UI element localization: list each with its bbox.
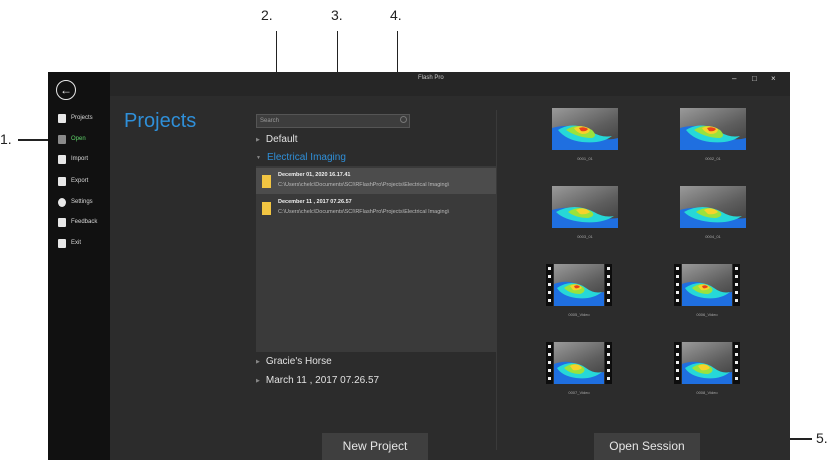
video-thumbnail[interactable]: 0006_Video: [674, 264, 740, 317]
gear-icon: [58, 197, 66, 207]
thumbnail-caption: 0003_01: [577, 234, 593, 239]
new-project-button[interactable]: New Project: [322, 433, 428, 460]
tree-item-label: Electrical Imaging: [266, 152, 346, 163]
page-title: Projects: [124, 110, 197, 132]
sidebar-item-import[interactable]: Import: [58, 153, 88, 165]
thumbnail-caption: 0008_Video: [696, 390, 718, 395]
session-path: C:\Users\chelc\Documents\SCI\RFlashPro\P…: [278, 182, 450, 188]
film-strip: [546, 342, 553, 384]
sidebar-item-label: Exit: [71, 240, 82, 246]
session-title: December 11 , 2017 07.26.57: [278, 199, 352, 205]
sidebar-item-settings[interactable]: Settings: [58, 196, 93, 208]
callout-5: 5.: [816, 430, 828, 446]
sidebar-item-export[interactable]: Export: [58, 175, 88, 187]
close-button[interactable]: ×: [771, 74, 776, 83]
thumbnail-caption: 0005_Video: [568, 312, 590, 317]
thumbnail-image[interactable]: 0003_01: [552, 186, 618, 239]
open-session-button[interactable]: Open Session: [594, 433, 700, 460]
thumbnail-preview: [552, 108, 618, 150]
sidebar-item-label: Import: [71, 156, 89, 162]
sidebar: [48, 72, 110, 460]
open-file-icon: [58, 134, 66, 144]
sidebar-item-exit[interactable]: Exit: [58, 237, 81, 249]
feedback-icon: [58, 217, 66, 227]
back-arrow-icon[interactable]: ←: [56, 80, 76, 100]
chevron-right-icon: ▶: [256, 136, 260, 143]
thumbnail-preview: [680, 186, 746, 228]
film-strip: [674, 342, 681, 384]
sidebar-item-open[interactable]: Open: [58, 133, 86, 145]
thumbnail-preview: [682, 342, 732, 384]
film-strip: [733, 342, 740, 384]
tree-item-electrical-imaging[interactable]: ▼ Electrical Imaging: [256, 152, 346, 163]
sidebar-item-label: Projects: [71, 115, 93, 121]
thumbnail-caption: 0004_01: [705, 234, 721, 239]
thumbnail-caption: 0002_01: [705, 156, 721, 161]
video-thumbnail[interactable]: 0007_Video: [546, 342, 612, 395]
chevron-right-icon: ▶: [256, 358, 260, 365]
exit-icon: [58, 238, 66, 248]
sidebar-item-label: Feedback: [71, 219, 98, 225]
callout-1: 1.: [0, 131, 12, 147]
folder-icon: [262, 202, 271, 215]
sidebar-item-label: Settings: [71, 199, 93, 205]
sidebar-item-feedback[interactable]: Feedback: [58, 216, 97, 228]
sidebar-item-projects[interactable]: Projects: [58, 112, 93, 124]
tree-item-label: Default: [265, 134, 298, 145]
search-icon[interactable]: [400, 116, 407, 123]
minimize-button[interactable]: –: [732, 74, 736, 83]
video-thumbnail[interactable]: 0008_Video: [674, 342, 740, 395]
folder-icon: [262, 175, 271, 188]
video-thumbnail[interactable]: 0005_Video: [546, 264, 612, 317]
file-icon: [58, 113, 66, 123]
thumbnail-image[interactable]: 0004_01: [680, 186, 746, 239]
film-strip: [546, 264, 553, 306]
thumbnail-image[interactable]: 0002_01: [680, 108, 746, 161]
panel-divider: [496, 110, 497, 450]
tree-item-march-session[interactable]: ▶ March 11 , 2017 07.26.57: [256, 375, 379, 386]
tree-item-gracies-horse[interactable]: ▶ Gracie's Horse: [256, 356, 332, 367]
thumbnail-image[interactable]: 0001_01: [552, 108, 618, 161]
session-title: December 01, 2020 16.17.41: [278, 172, 351, 178]
film-strip: [605, 264, 612, 306]
thumbnail-caption: 0001_01: [577, 156, 593, 161]
tree-item-default[interactable]: ▶ Default: [256, 134, 298, 145]
thumbnail-preview: [682, 264, 732, 306]
sidebar-item-label: Export: [71, 178, 89, 184]
tree-item-label: March 11 , 2017 07.26.57: [265, 375, 380, 386]
thumbnail-caption: 0007_Video: [568, 390, 590, 395]
maximize-button[interactable]: □: [752, 74, 757, 83]
callout-2: 2.: [261, 7, 273, 23]
tree-item-label: Gracie's Horse: [265, 356, 332, 367]
chevron-down-icon: ▼: [256, 154, 261, 161]
film-strip: [733, 264, 740, 306]
thumbnail-preview: [680, 108, 746, 150]
export-icon: [58, 176, 66, 186]
thumbnail-preview: [552, 186, 618, 228]
film-strip: [674, 264, 681, 306]
search-input[interactable]: Search: [256, 114, 410, 128]
sidebar-item-label: Open: [71, 136, 86, 142]
session-path: C:\Users\chelc\Documents\SCI\RFlashPro\P…: [278, 209, 450, 215]
session-item[interactable]: December 01, 2020 16.17.41 C:\Users\chel…: [256, 168, 496, 194]
window-title: Flash Pro: [418, 75, 444, 81]
film-strip: [605, 342, 612, 384]
callout-4: 4.: [390, 7, 402, 23]
title-bar: [110, 72, 790, 96]
thumbnail-preview: [554, 264, 604, 306]
thumbnail-preview: [554, 342, 604, 384]
session-item[interactable]: December 11 , 2017 07.26.57 C:\Users\che…: [256, 195, 496, 221]
import-icon: [58, 154, 66, 164]
thumbnail-caption: 0006_Video: [696, 312, 718, 317]
chevron-right-icon: ▶: [256, 377, 260, 384]
callout-3: 3.: [331, 7, 343, 23]
